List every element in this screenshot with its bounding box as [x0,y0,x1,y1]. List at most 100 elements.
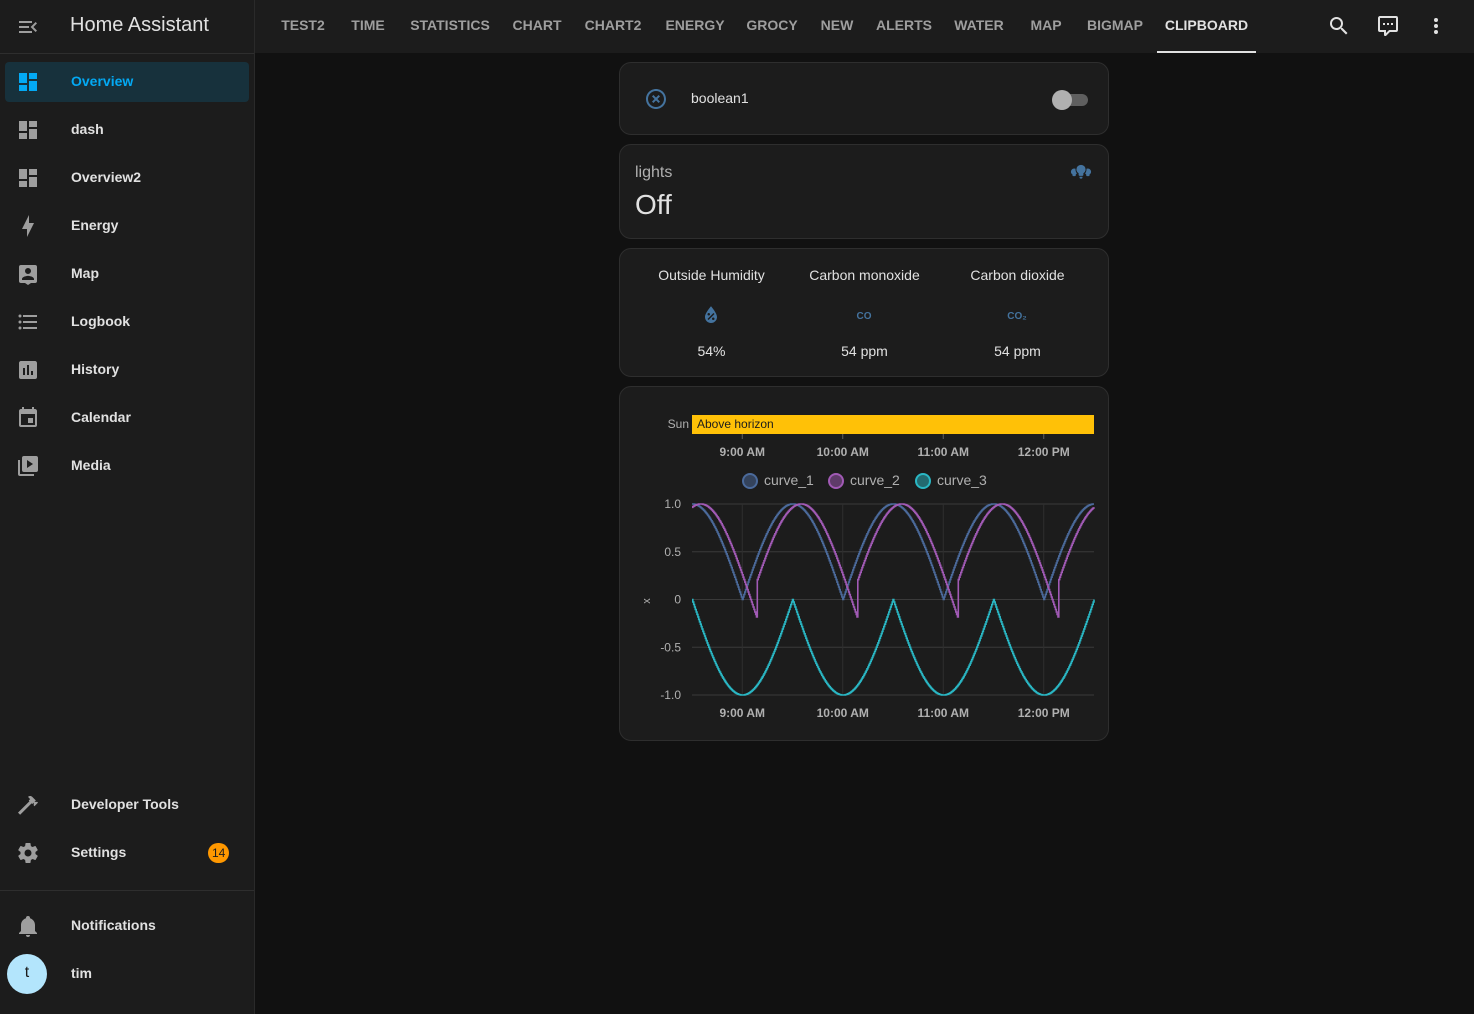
sidebar-item-label: Settings [71,844,127,860]
entity-name[interactable]: boolean1 [691,90,749,106]
view-dashboard-icon [19,121,37,139]
cog-icon [18,843,38,863]
timeline-tick-label: 10:00 AM [817,445,869,459]
bell-icon [19,916,37,937]
glance-item-carbon-dioxide[interactable]: Carbon dioxide CO₂ 54 ppm [941,249,1094,378]
molecule-co-icon: CO [857,311,872,322]
sidebar-item-logbook[interactable]: Logbook [5,302,249,342]
calendar-icon [19,407,37,427]
comment-processing-icon[interactable] [1376,14,1400,38]
app-title: Home Assistant [70,14,209,36]
tab-energy[interactable]: ENERGY [659,0,731,53]
sidebar-item-label: Overview [71,73,134,89]
y-tick-label: 0.5 [664,545,681,559]
x-tick-label: 11:00 AM [917,706,969,720]
account-box-icon [19,265,37,285]
format-list-bulleted-icon [18,314,37,330]
magnify-icon[interactable] [1327,14,1351,38]
molecule-co2-icon: CO₂ [1007,311,1026,322]
sidebar-item-dash[interactable]: dash [5,110,249,150]
lightning-bolt-icon [22,215,34,237]
sidebar-item-energy[interactable]: Energy [5,206,249,246]
glance-item-name: Carbon dioxide [970,267,1065,283]
glance-item-outside-humidity[interactable]: Outside Humidity 54% [635,249,788,378]
timeline-tick-label: 9:00 AM [719,445,765,459]
entity-card-boolean1: boolean1 [619,62,1109,135]
lights-name: lights [635,164,673,181]
legend-swatch-curve-2 [828,473,844,489]
glance-item-name: Outside Humidity [658,267,765,283]
timeline-tick-label: 12:00 PM [1018,445,1070,459]
chart-legend: curve_1 curve_2 curve_3 [742,472,987,489]
sidebar-item-developer-tools[interactable]: Developer Tools [5,785,249,825]
y-tick-label: 1.0 [664,497,681,511]
legend-label-curve-2: curve_2 [850,472,900,488]
history-graph-card: Sun Above horizon 9:00 AM 10:00 AM 11:00 A… [619,386,1109,741]
sidebar-item-history[interactable]: History [5,350,249,390]
x-tick-label: 10:00 AM [817,706,869,720]
tab-clipboard[interactable]: CLIPBOARD [1157,0,1256,53]
sidebar-divider [0,890,254,891]
tab-map[interactable]: MAP [1023,0,1069,53]
tab-bigmap[interactable]: BIGMAP [1081,0,1149,53]
x-tick-label: 9:00 AM [719,706,765,720]
tab-statistics[interactable]: STATISTICS [405,0,495,53]
top-app-bar: TEST2 TIME STATISTICS CHART CHART2 ENERG… [255,0,1474,53]
avatar[interactable]: t [7,954,47,994]
boolean1-toggle[interactable] [1052,90,1090,110]
sidebar-item-overview2[interactable]: Overview2 [5,158,249,198]
menu-open-icon[interactable] [16,15,40,39]
sidebar-item-label: Notifications [71,917,156,933]
legend-swatch-curve-3 [915,473,931,489]
timeline-row-label: Sun [668,417,689,431]
sidebar-item-map[interactable]: Map [5,254,249,294]
toggle-knob [1052,90,1072,110]
sidebar-item-label: Developer Tools [71,796,179,812]
tab-time[interactable]: TIME [343,0,393,53]
sidebar-item-notifications[interactable]: Notifications [5,906,249,946]
dots-vertical-icon[interactable] [1424,14,1448,38]
sidebar: Home Assistant Overview dash Overview2 E… [0,0,255,1014]
sidebar-item-label: dash [71,121,104,137]
lightbulb-group-icon [1070,164,1092,179]
line-chart-x-axis: 9:00 AM 10:00 AM 11:00 AM 12:00 PM [719,706,1069,720]
sidebar-item-label: Calendar [71,409,131,425]
glance-item-name: Carbon monoxide [809,267,920,283]
sidebar-item-label: Map [71,265,99,281]
glance-item-carbon-monoxide[interactable]: Carbon monoxide CO 54 ppm [788,249,941,378]
tab-chart[interactable]: CHART [507,0,567,53]
sidebar-item-label: Energy [71,217,119,233]
lights-card[interactable]: lights Off [619,144,1109,239]
sidebar-item-settings[interactable]: Settings 14 [5,833,249,873]
sidebar-item-label: Media [71,457,111,473]
legend-label-curve-3: curve_3 [937,472,987,488]
svg-text:CO₂: CO₂ [1007,311,1026,322]
sidebar-item-label: Overview2 [71,169,142,185]
glance-item-value: 54% [697,343,726,359]
tab-new[interactable]: NEW [813,0,861,53]
sidebar-item-overview[interactable]: Overview [5,62,249,102]
tab-grocy[interactable]: GROCY [743,0,801,53]
legend-label-curve-1: curve_1 [764,472,814,488]
water-percent-icon [705,306,717,323]
tab-alerts[interactable]: ALERTS [873,0,935,53]
tab-chart2[interactable]: CHART2 [579,0,647,53]
sidebar-header: Home Assistant [0,0,254,54]
play-box-multiple-icon [18,456,38,476]
glance-card: Outside Humidity 54% Carbon monoxide CO … [619,248,1109,377]
x-tick-label: 12:00 PM [1018,706,1070,720]
sidebar-item-label: History [71,361,120,377]
y-axis-label: x [641,598,653,604]
close-circle-outline-icon[interactable] [644,87,668,111]
tab-water[interactable]: WATER [947,0,1011,53]
timeline-x-axis: 9:00 AM 10:00 AM 11:00 AM 12:00 PM [719,434,1070,459]
user-name: tim [71,965,92,981]
glance-item-value: 54 ppm [841,343,888,359]
lights-state: Off [635,189,672,220]
history-chart[interactable]: Sun Above horizon 9:00 AM 10:00 AM 11:00 A… [620,387,1110,742]
timeline-segment-label: Above horizon [697,417,774,431]
sidebar-item-calendar[interactable]: Calendar [5,398,249,438]
sidebar-item-label: Logbook [71,313,131,329]
sidebar-item-media[interactable]: Media [5,446,249,486]
tab-test2[interactable]: TEST2 [275,0,331,53]
